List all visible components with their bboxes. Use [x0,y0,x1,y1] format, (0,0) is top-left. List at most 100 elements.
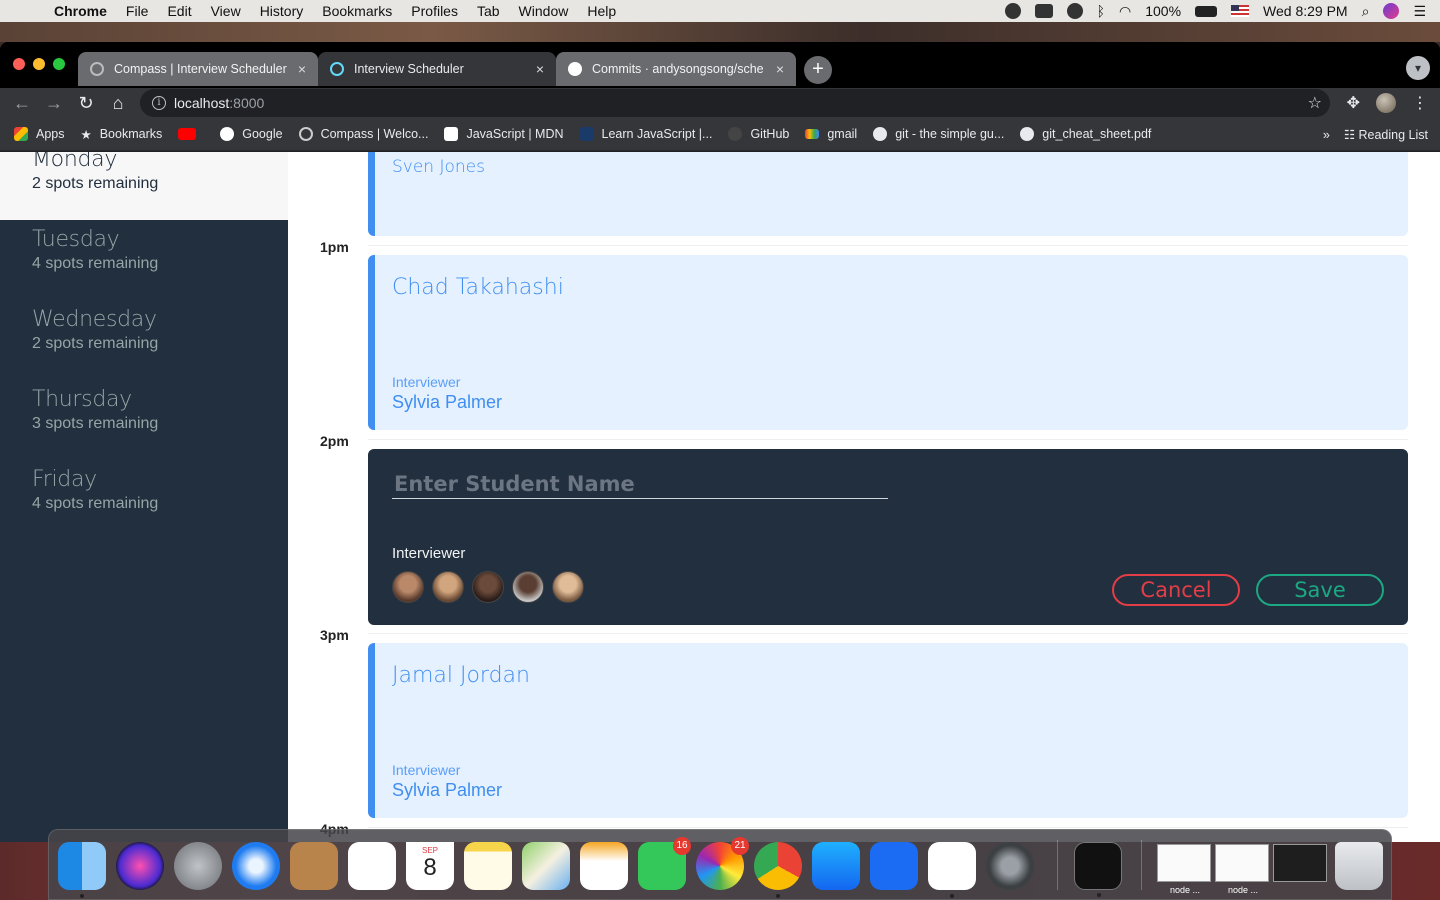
tab-close-icon[interactable]: × [298,61,306,77]
tab-close-icon[interactable]: × [776,61,784,77]
appointment-card[interactable]: Sven Jones [368,152,1408,236]
site-info-icon[interactable]: i [152,96,166,110]
appointment-card[interactable]: Chad Takahashi Interviewer Sylvia Palmer [368,255,1408,430]
menu-file[interactable]: File [126,3,149,19]
control-center-icon[interactable]: ☰ [1413,3,1426,20]
battery-icon[interactable] [1195,5,1218,17]
facetime-icon[interactable]: 16 [638,837,691,890]
home-icon[interactable]: ⌂ [102,93,134,114]
safari-icon[interactable] [232,842,280,890]
menu-window[interactable]: Window [519,3,569,19]
minimize-window-button[interactable] [33,58,45,70]
interviewer-name: Sylvia Palmer [392,392,503,412]
chrome-dock-icon[interactable] [754,842,802,898]
bookmark-apps[interactable]: Apps [14,127,65,141]
address-bar[interactable]: i localhost:8000 ☆ [140,89,1330,117]
minimized-window-vscode[interactable] [1273,844,1327,882]
tab-close-icon[interactable]: × [536,61,544,77]
menu-bookmarks[interactable]: Bookmarks [322,3,392,19]
day-item-thursday[interactable]: Thursday 3 spots remaining [0,380,288,460]
calendar-icon[interactable]: SEP 8 [406,842,454,890]
menu-clock[interactable]: Wed 8:29 PM [1263,3,1348,19]
us-flag-icon[interactable] [1231,5,1250,17]
day-item-wednesday[interactable]: Wednesday 2 spots remaining [0,300,288,380]
day-item-friday[interactable]: Friday 4 spots remaining [0,460,288,540]
bookmark-mdn[interactable]: JavaScript | MDN [444,127,564,141]
wifi-icon[interactable]: ◠ [1119,3,1131,20]
bi-icon[interactable] [1034,4,1053,18]
terminal-icon[interactable] [1074,842,1122,897]
bookmark-youtube[interactable] [178,128,204,140]
extensions-icon[interactable]: ✥ [1347,93,1360,113]
app-store-icon[interactable] [812,842,860,890]
chrome-menu-icon[interactable]: ⋮ [1412,93,1428,113]
bookmark-git-guide[interactable]: git - the simple gu... [873,127,1004,141]
day-item-tuesday[interactable]: Tuesday 4 spots remaining [0,220,288,300]
interviewer-avatar[interactable] [472,571,504,603]
notes-icon[interactable] [464,842,512,890]
vscode-icon[interactable] [928,842,976,898]
tab-compass[interactable]: Compass | Interview Scheduler × [78,52,318,86]
menu-history[interactable]: History [260,3,304,19]
running-indicator [1097,893,1101,897]
menu-view[interactable]: View [211,3,241,19]
interviewer-avatar[interactable] [512,571,544,603]
bluetooth-icon[interactable]: ᛒ [1097,3,1105,19]
minimized-window-node-1[interactable]: node ... [1157,844,1211,895]
zoom-window-button[interactable] [53,58,65,70]
menu-help[interactable]: Help [587,3,616,19]
interviewer-avatar[interactable] [552,571,584,603]
bookmark-star-icon[interactable]: ☆ [1308,93,1322,113]
interviewer-avatar[interactable] [432,571,464,603]
menu-app-name[interactable]: Chrome [54,3,107,19]
monday-icon[interactable] [870,842,918,890]
bookmark-compass[interactable]: Compass | Welco... [298,127,428,141]
battery-percent[interactable]: 100% [1145,3,1181,19]
cancel-button[interactable]: Cancel [1112,574,1240,606]
close-window-button[interactable] [13,58,25,70]
cloud-upload-icon[interactable] [1066,3,1083,19]
appointment-card[interactable]: Jamal Jordan Interviewer Sylvia Palmer [368,643,1408,818]
bookmark-label: Learn JavaScript |... [601,127,713,141]
photos-icon[interactable]: 21 [696,837,749,890]
minimized-window-node-2[interactable]: node ... [1215,844,1269,895]
spotlight-search-icon[interactable]: ⌕ [1362,3,1370,20]
creative-cloud-icon[interactable] [1004,3,1021,19]
bookmark-gmail[interactable]: gmail [805,127,857,141]
bookmark-learn-js[interactable]: Learn JavaScript |... [579,127,713,141]
reload-icon[interactable]: ↻ [70,93,102,114]
system-preferences-icon[interactable] [986,842,1034,890]
interviewer-avatar[interactable] [392,571,424,603]
bookmark-github[interactable]: GitHub [728,127,789,141]
save-button[interactable]: Save [1256,574,1384,606]
tab-search-icon[interactable]: ▾ [1406,56,1430,80]
page-viewport: Monday 2 spots remaining Tuesday 4 spots… [0,152,1440,842]
profile-avatar[interactable] [1376,93,1396,113]
bookmark-git-cheat-sheet[interactable]: git_cheat_sheet.pdf [1020,127,1151,141]
launchpad-icon[interactable] [174,842,222,890]
bookmark-bookmarks[interactable]: ★ Bookmarks [81,127,163,142]
day-item-monday[interactable]: Monday 2 spots remaining [0,152,288,220]
menu-edit[interactable]: Edit [167,3,191,19]
back-icon[interactable]: ← [6,93,38,114]
schedule: Sven Jones 1pm Chad Takahashi Interviewe… [288,152,1440,842]
siri-dock-icon[interactable] [116,842,164,890]
new-tab-button[interactable]: + [804,56,832,84]
forward-icon[interactable]: → [38,93,70,114]
slack-icon[interactable] [348,842,396,890]
maps-icon[interactable] [522,842,570,890]
finder-icon[interactable] [58,842,106,898]
menu-tab[interactable]: Tab [477,3,500,19]
reading-list-button[interactable]: ☷ Reading List [1344,127,1428,142]
tab-commits[interactable]: Commits · andysongsong/sche × [556,52,796,86]
bookmarks-overflow-icon[interactable]: » [1323,128,1330,142]
student-name: Sven Jones [392,157,485,177]
menu-profiles[interactable]: Profiles [411,3,458,19]
siri-icon[interactable] [1383,3,1400,19]
student-name-input[interactable] [392,469,888,499]
contacts-icon[interactable] [290,842,338,890]
bookmark-google[interactable]: Google [220,127,283,141]
trash-icon[interactable] [1335,842,1383,890]
pages-icon[interactable] [580,842,628,890]
tab-interview-scheduler[interactable]: Interview Scheduler × [318,52,556,86]
